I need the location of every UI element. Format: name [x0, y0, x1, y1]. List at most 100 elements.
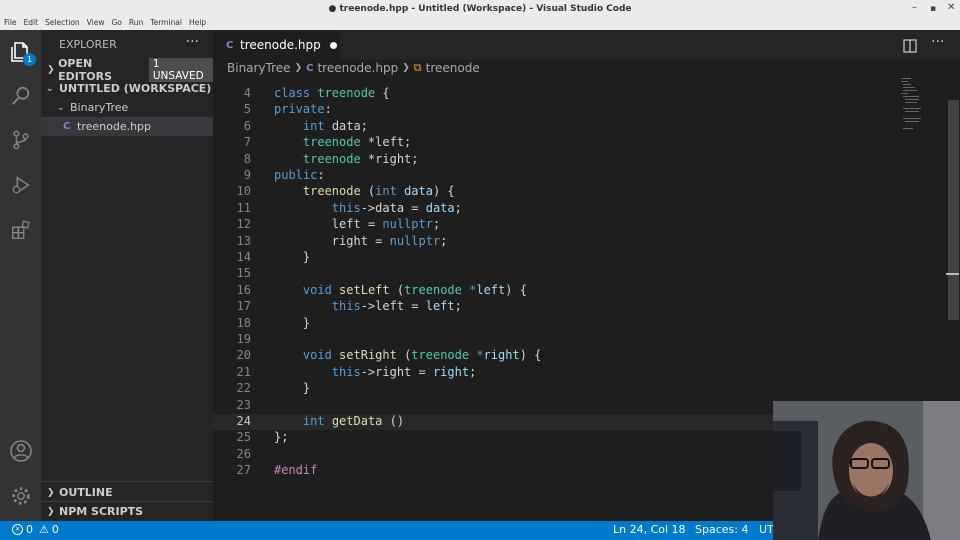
code-line[interactable]: 7 treenode *left;: [213, 135, 773, 151]
split-editor-icon[interactable]: [903, 38, 917, 57]
menu-terminal[interactable]: Terminal: [150, 18, 182, 27]
line-text: }: [274, 250, 311, 264]
line-text: }: [274, 381, 311, 396]
code-line[interactable]: 27 #endif: [213, 463, 773, 479]
line-number: 4: [243, 86, 251, 100]
line-text: this->right = right;: [331, 364, 477, 379]
file-treenode-hpp[interactable]: C treenode.hpp: [41, 117, 213, 136]
line-text: int data;: [302, 118, 368, 133]
code-line[interactable]: 12 left = nullptr;: [213, 217, 773, 233]
line-text: void setRight (treenode *right) {: [302, 348, 542, 363]
line-text: public:: [274, 168, 325, 182]
chevron-right-icon: ❯: [47, 506, 55, 517]
line-number: 15: [236, 266, 251, 281]
breadcrumb-file[interactable]: treenode.hpp: [317, 61, 398, 75]
menu-run[interactable]: Run: [129, 18, 143, 27]
unsaved-dot-icon[interactable]: [329, 41, 337, 49]
npm-scripts-section[interactable]: ❯ NPM SCRIPTS: [41, 502, 213, 521]
code-line[interactable]: 11 this->data = data;: [213, 201, 773, 217]
code-line[interactable]: 24 int getData (): [213, 414, 773, 431]
menu-go[interactable]: Go: [111, 18, 121, 27]
code-line[interactable]: 6 int data;: [213, 119, 773, 135]
search-icon[interactable]: [8, 83, 33, 108]
code-line[interactable]: 17 this->left = left;: [213, 299, 773, 315]
more-actions-icon[interactable]: ···: [931, 34, 944, 50]
cpp-file-icon: C: [226, 39, 234, 51]
line-number: 18: [236, 315, 251, 330]
menu-help[interactable]: Help: [189, 18, 206, 27]
line-text: }: [274, 315, 311, 330]
source-control-icon[interactable]: [8, 127, 33, 152]
code-line[interactable]: 5 private:: [213, 102, 773, 118]
chevron-down-icon: ⌄: [46, 83, 54, 94]
line-number: 23: [236, 397, 251, 412]
menu-selection[interactable]: Selection: [45, 18, 80, 27]
cursor-position[interactable]: Ln 24, Col 18: [613, 523, 686, 536]
close-icon[interactable]: ✕: [947, 2, 955, 13]
file-label: treenode.hpp: [77, 120, 152, 133]
code-line[interactable]: 13 right = nullptr;: [213, 234, 773, 250]
divider: [41, 481, 213, 482]
code-line[interactable]: 25};: [213, 430, 773, 446]
gear-icon[interactable]: [8, 483, 33, 508]
line-number: 19: [236, 332, 251, 346]
code-line[interactable]: 21 this->right = right;: [213, 365, 773, 381]
workspace-label: UNTITLED (WORKSPACE): [59, 82, 212, 95]
code-line[interactable]: 16 void setLeft (treenode *left) {: [213, 283, 773, 299]
code-line[interactable]: 18 }: [213, 316, 773, 332]
folder-binarytree[interactable]: ⌄ BinaryTree: [41, 98, 213, 117]
chevron-right-icon: ❯: [402, 63, 410, 73]
maximize-icon[interactable]: ▪: [930, 4, 936, 14]
line-number: 17: [236, 299, 251, 314]
tab-bar: C treenode.hpp ···: [213, 30, 960, 60]
breadcrumb-symbol[interactable]: treenode: [426, 61, 480, 75]
webcam-overlay: [773, 401, 960, 540]
menu-view[interactable]: View: [87, 18, 105, 27]
minimize-icon[interactable]: –: [912, 2, 917, 13]
code-line[interactable]: 9 public:: [213, 168, 773, 184]
code-line[interactable]: 14 }: [213, 250, 773, 266]
explorer-icon[interactable]: 1: [8, 39, 36, 66]
line-number: 26: [236, 446, 251, 461]
workspace-section[interactable]: ⌄ UNTITLED (WORKSPACE): [41, 79, 213, 98]
breadcrumb: BinaryTree ❯ C treenode.hpp ❯ ⧉ treenode: [227, 61, 480, 75]
line-text: this->data = data;: [331, 200, 462, 215]
encoding[interactable]: UT: [759, 523, 774, 536]
npm-scripts-label: NPM SCRIPTS: [59, 505, 144, 518]
line-text: left = nullptr;: [274, 217, 441, 232]
menu-file[interactable]: File: [4, 18, 17, 27]
code-line[interactable]: 19: [213, 332, 773, 348]
line-number: 21: [236, 364, 251, 379]
window-title: ● treenode.hpp - Untitled (Workspace) - …: [328, 4, 632, 14]
line-text: private:: [274, 102, 332, 117]
code-line[interactable]: 15: [213, 266, 773, 282]
run-debug-icon[interactable]: [8, 172, 33, 197]
indentation[interactable]: Spaces: 4: [695, 523, 748, 536]
code-line[interactable]: 26: [213, 447, 773, 463]
activity-bar: 1: [0, 30, 41, 521]
line-text: void setLeft (treenode *left) {: [302, 282, 527, 297]
outline-section[interactable]: ❯ OUTLINE: [41, 483, 213, 502]
code-line[interactable]: 8 treenode *right;: [213, 152, 773, 168]
scrollbar-thumb[interactable]: [948, 100, 959, 320]
code-line[interactable]: 4 class treenode {: [213, 86, 773, 102]
minimap[interactable]: [893, 78, 933, 138]
line-number: 12: [236, 217, 251, 232]
line-text: treenode *left;: [302, 135, 412, 150]
breadcrumb-folder[interactable]: BinaryTree: [227, 61, 291, 75]
account-icon[interactable]: [8, 438, 33, 463]
line-text: #endif: [274, 463, 318, 478]
line-number: 11: [236, 200, 251, 215]
extensions-icon[interactable]: [8, 217, 33, 242]
code-line[interactable]: 22 }: [213, 381, 773, 397]
problems-indicator[interactable]: × 0 ⚠ 0: [12, 523, 59, 536]
more-actions-icon[interactable]: ···: [186, 34, 199, 50]
line-text: class treenode {: [274, 86, 390, 100]
code-line[interactable]: 20 void setRight (treenode *right) {: [213, 348, 773, 364]
code-line[interactable]: 23: [213, 398, 773, 414]
menu-edit[interactable]: Edit: [24, 18, 39, 27]
line-text: treenode (int data) {: [302, 184, 455, 199]
open-editors-section[interactable]: ❯ OPEN EDITORS 1 UNSAVED: [41, 57, 213, 83]
tab-treenode-hpp[interactable]: C treenode.hpp: [213, 30, 340, 60]
code-line[interactable]: 10 treenode (int data) {: [213, 184, 773, 200]
